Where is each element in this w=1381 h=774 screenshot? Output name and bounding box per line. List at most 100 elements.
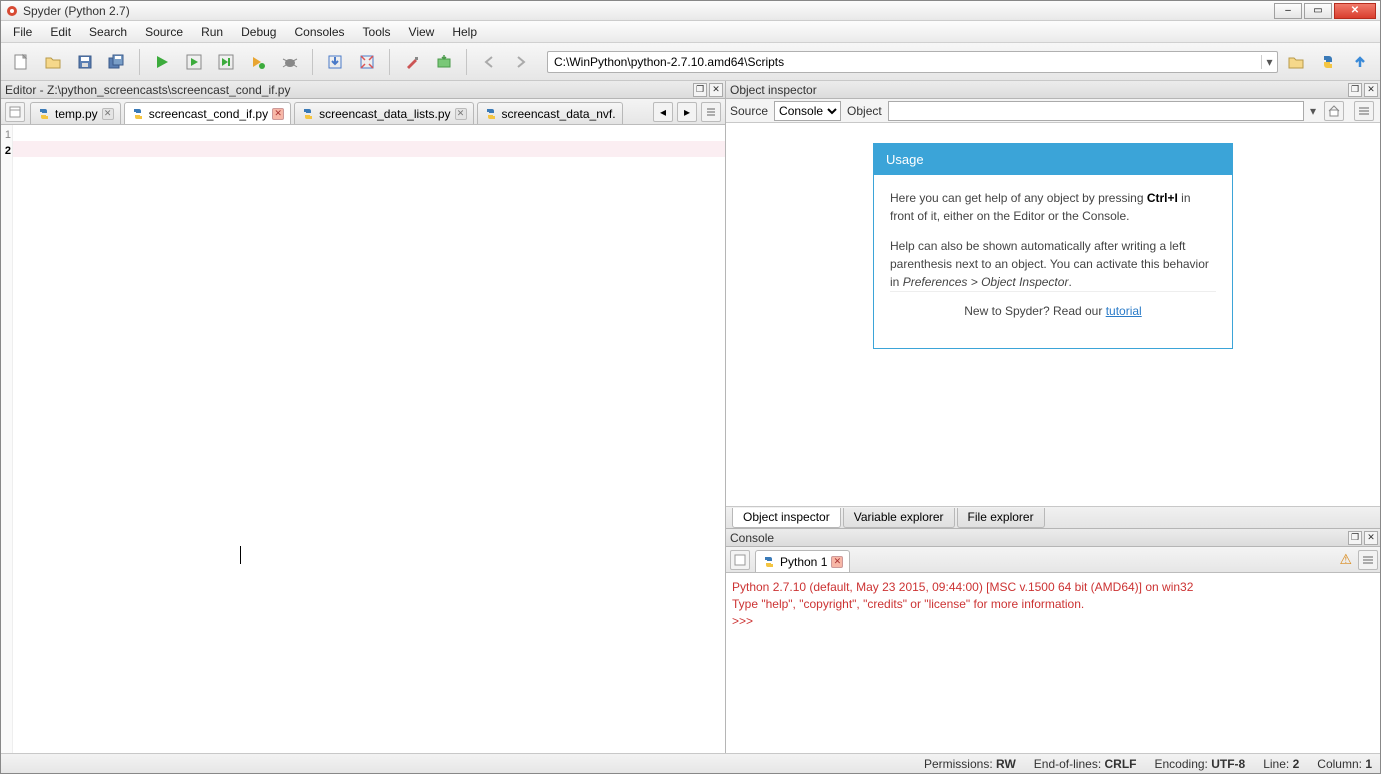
back-button[interactable] (475, 48, 503, 76)
separator (139, 49, 140, 75)
close-pane-button[interactable]: ✕ (709, 83, 723, 97)
console-options-button[interactable] (1358, 550, 1378, 570)
python-file-icon (301, 107, 315, 121)
menu-help[interactable]: Help (444, 23, 485, 41)
tab-file-explorer[interactable]: File explorer (957, 508, 1045, 528)
run-selection-button[interactable] (244, 48, 272, 76)
separator (312, 49, 313, 75)
object-inspector-section: Object inspector ❐ ✕ Source Console Obje… (726, 81, 1380, 528)
python-file-icon (131, 107, 145, 121)
python-file-icon (37, 107, 51, 121)
line-number: 1 (1, 127, 11, 143)
console-pane-titlebar: Console ❐ ✕ (726, 529, 1380, 547)
home-button[interactable] (1324, 101, 1344, 121)
step-into-button[interactable] (321, 48, 349, 76)
editor-tab-cond-if[interactable]: screencast_cond_if.py ✕ (124, 102, 291, 124)
file-switcher-button[interactable] (5, 102, 25, 122)
usage-footer: New to Spyder? Read our tutorial (890, 291, 1216, 334)
python-file-icon (484, 107, 498, 121)
working-directory-dropdown[interactable]: ▾ (1261, 55, 1277, 69)
menu-file[interactable]: File (5, 23, 40, 41)
menu-tools[interactable]: Tools (355, 23, 399, 41)
python-path-button[interactable] (430, 48, 458, 76)
save-button[interactable] (71, 48, 99, 76)
tab-close-button[interactable]: ✕ (272, 108, 284, 120)
options-button[interactable] (1354, 101, 1374, 121)
tab-label: screencast_data_lists.py (319, 107, 450, 121)
separator (466, 49, 467, 75)
menu-debug[interactable]: Debug (233, 23, 284, 41)
console-pane-title: Console (728, 531, 1346, 545)
maximize-button[interactable]: ▭ (1304, 3, 1332, 19)
parent-dir-button[interactable] (1346, 48, 1374, 76)
open-file-button[interactable] (39, 48, 67, 76)
editor-tab-data-lists[interactable]: screencast_data_lists.py ✕ (294, 102, 473, 124)
tab-list-button[interactable] (701, 102, 721, 122)
code-editor[interactable]: 1 2 (1, 125, 725, 753)
tab-close-button[interactable]: ✕ (831, 556, 843, 568)
close-pane-button[interactable]: ✕ (1364, 83, 1378, 97)
object-input[interactable] (888, 101, 1304, 121)
minimize-button[interactable]: – (1274, 3, 1302, 19)
tutorial-link[interactable]: tutorial (1106, 304, 1142, 318)
editor-tab-temp[interactable]: temp.py ✕ (30, 102, 121, 124)
menubar: File Edit Search Source Run Debug Consol… (1, 21, 1380, 43)
tab-label: Python 1 (780, 555, 827, 569)
python-icon[interactable] (1314, 48, 1342, 76)
tab-scroll-left[interactable]: ◂ (653, 102, 673, 122)
save-all-button[interactable] (103, 48, 131, 76)
console-tabs: Python 1 ✕ ⚠ (726, 547, 1380, 573)
inspector-body: Usage Here you can get help of any objec… (726, 123, 1380, 506)
console-prompt: >>> (732, 613, 1374, 630)
source-label: Source (730, 104, 768, 118)
tab-close-button[interactable]: ✕ (102, 108, 114, 120)
maximize-pane-button[interactable] (353, 48, 381, 76)
working-directory[interactable]: ▾ (547, 51, 1278, 73)
run-cell-button[interactable] (180, 48, 208, 76)
inspector-bottom-tabs: Object inspector Variable explorer File … (726, 506, 1380, 528)
tab-label: screencast_cond_if.py (149, 107, 268, 121)
browse-folder-button[interactable] (1282, 48, 1310, 76)
tab-label: temp.py (55, 107, 98, 121)
close-pane-button[interactable]: ✕ (1364, 531, 1378, 545)
working-directory-input[interactable] (548, 55, 1261, 69)
tab-variable-explorer[interactable]: Variable explorer (843, 508, 955, 528)
console-line: Type "help", "copyright", "credits" or "… (732, 596, 1374, 613)
run-cell-advance-button[interactable] (212, 48, 240, 76)
code-area[interactable] (13, 125, 725, 753)
close-button[interactable]: ✕ (1334, 3, 1376, 19)
menu-search[interactable]: Search (81, 23, 135, 41)
debug-button[interactable] (276, 48, 304, 76)
status-line: Line: 2 (1263, 757, 1299, 771)
tab-scroll-right[interactable]: ▸ (677, 102, 697, 122)
menu-consoles[interactable]: Consoles (286, 23, 352, 41)
undock-button[interactable]: ❐ (1348, 83, 1362, 97)
status-column: Column: 1 (1317, 757, 1372, 771)
editor-pane: Editor - Z:\python_screencasts\screencas… (1, 81, 726, 753)
console-switcher-button[interactable] (730, 550, 750, 570)
undock-button[interactable]: ❐ (693, 83, 707, 97)
run-button[interactable] (148, 48, 176, 76)
tab-close-button[interactable]: ✕ (455, 108, 467, 120)
console-tab-python1[interactable]: Python 1 ✕ (755, 550, 850, 572)
console-line: Python 2.7.10 (default, May 23 2015, 09:… (732, 579, 1374, 596)
new-file-button[interactable] (7, 48, 35, 76)
preferences-button[interactable] (398, 48, 426, 76)
tab-object-inspector[interactable]: Object inspector (732, 508, 841, 528)
console-output[interactable]: Python 2.7.10 (default, May 23 2015, 09:… (726, 573, 1380, 753)
undock-button[interactable]: ❐ (1348, 531, 1362, 545)
object-dropdown[interactable]: ▾ (1310, 104, 1316, 118)
forward-button[interactable] (507, 48, 535, 76)
menu-edit[interactable]: Edit (42, 23, 79, 41)
menu-source[interactable]: Source (137, 23, 191, 41)
status-eol: End-of-lines: CRLF (1034, 757, 1137, 771)
current-line-highlight (13, 141, 725, 157)
menu-view[interactable]: View (401, 23, 443, 41)
console-section: Console ❐ ✕ Python 1 ✕ ⚠ Python 2.7.10 (… (726, 528, 1380, 753)
source-select[interactable]: Console (774, 101, 841, 121)
status-encoding: Encoding: UTF-8 (1155, 757, 1246, 771)
spyder-icon (5, 4, 19, 18)
editor-tab-data-nvf[interactable]: screencast_data_nvf. (477, 102, 623, 124)
menu-run[interactable]: Run (193, 23, 231, 41)
usage-title: Usage (874, 144, 1232, 175)
